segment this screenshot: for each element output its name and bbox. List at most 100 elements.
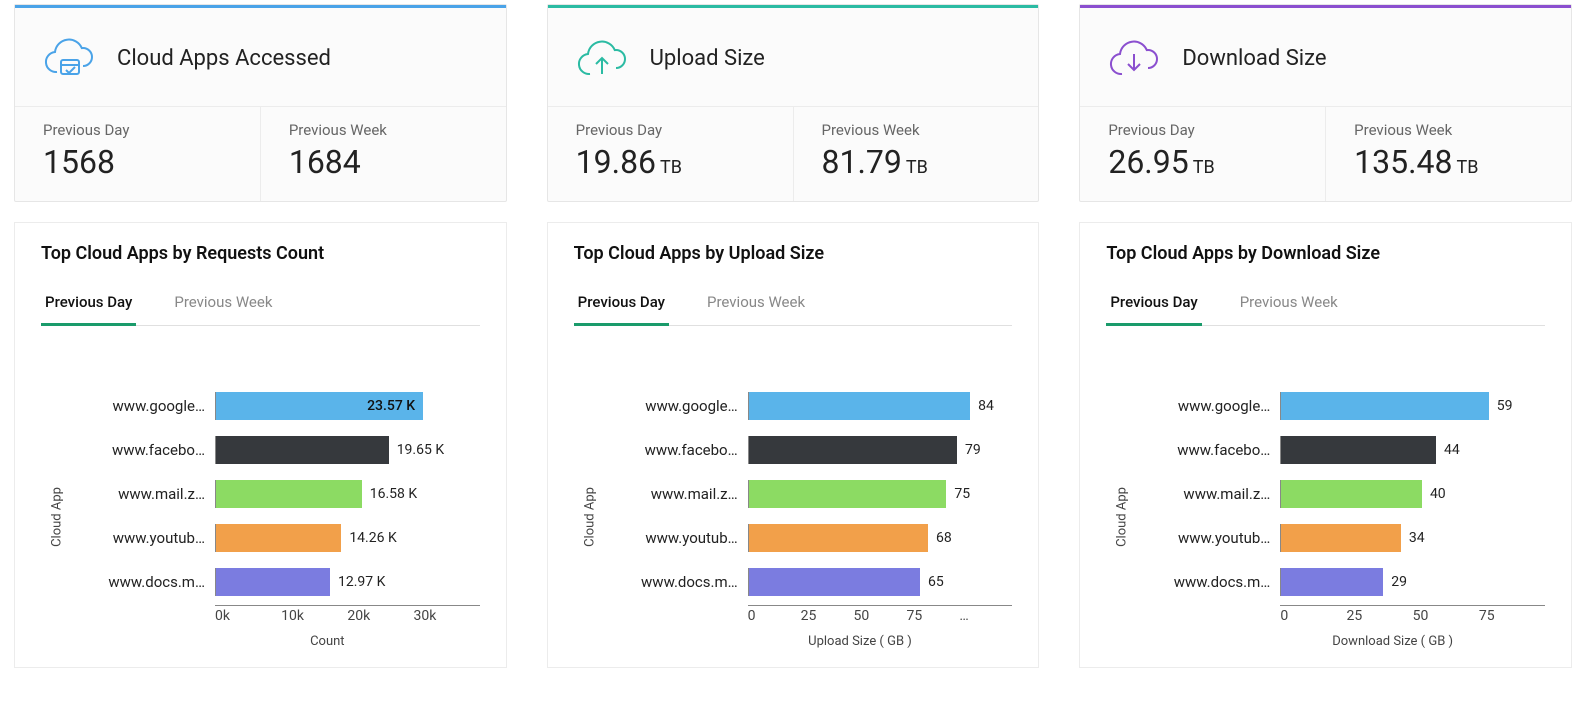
x-axis-ticks: 0k10k20k30k <box>85 608 480 624</box>
bar[interactable] <box>1281 392 1488 420</box>
bar-category-label: www.mail.z… <box>85 485 215 503</box>
bar-category-label: www.facebo… <box>618 441 748 459</box>
bar[interactable] <box>216 524 341 552</box>
kpi-stats: Previous Day 1568 Previous Week 1684 <box>15 107 506 201</box>
bar[interactable] <box>216 480 362 508</box>
x-axis-ticks: 0255075… <box>618 608 1013 624</box>
bar-category-label: www.mail.z… <box>618 485 748 503</box>
kpi-stat-value: 1568 <box>43 143 232 181</box>
tab-previous-week[interactable]: Previous Week <box>1236 285 1342 326</box>
bar-row: www.docs.m… 29 <box>1150 560 1545 604</box>
bar-value-label: 14.26 K <box>349 530 396 546</box>
bar-category-label: www.facebo… <box>1150 441 1280 459</box>
bar-row: www.docs.m… 12.97 K <box>85 560 480 604</box>
bar[interactable] <box>749 480 947 508</box>
bar-value-label: 79 <box>965 442 981 458</box>
bar-value-label: 12.97 K <box>338 574 385 590</box>
bar-category-label: www.docs.m… <box>85 573 215 591</box>
bar-category-label: www.docs.m… <box>618 573 748 591</box>
kpi-stat: Previous Week 1684 <box>261 107 506 201</box>
kpi-stat: Previous Day 1568 <box>15 107 261 201</box>
kpi-stat-label: Previous Week <box>822 121 1011 139</box>
bar-value-label: 16.58 K <box>370 486 417 502</box>
kpi-card: Upload Size Previous Day 19.86TB Previou… <box>547 4 1040 202</box>
kpi-stats: Previous Day 26.95TB Previous Week 135.4… <box>1080 107 1571 201</box>
tab-previous-day[interactable]: Previous Day <box>41 285 136 326</box>
upload-icon <box>576 36 628 80</box>
bar-value-label: 84 <box>978 398 994 414</box>
kpi-stat-label: Previous Week <box>1354 121 1543 139</box>
kpi-stat: Previous Week 81.79TB <box>794 107 1039 201</box>
kpi-stat-value: 1684 <box>289 143 478 181</box>
chart-card: Top Cloud Apps by Download Size Previous… <box>1079 222 1572 668</box>
x-tick: 75 <box>1479 608 1545 624</box>
bar[interactable] <box>1281 436 1436 464</box>
tab-previous-day[interactable]: Previous Day <box>574 285 669 326</box>
bar[interactable] <box>1281 524 1401 552</box>
download-icon <box>1108 36 1160 80</box>
kpi-stat-label: Previous Day <box>1108 121 1297 139</box>
x-tick: 10k <box>281 608 347 624</box>
bar-value-label: 29 <box>1391 574 1407 590</box>
bar-value-label: 75 <box>954 486 970 502</box>
bar-row: www.docs.m… 65 <box>618 560 1013 604</box>
x-axis-label: Upload Size ( GB ) <box>618 634 1013 649</box>
chart-tabs: Previous Day Previous Week <box>1106 284 1545 326</box>
bar[interactable] <box>749 568 920 596</box>
bar-chart: Cloud App www.google… 84 www.facebo… 79 <box>574 384 1013 649</box>
bar[interactable] <box>1281 568 1383 596</box>
bar-category-label: www.youtub… <box>618 529 748 547</box>
chart-title: Top Cloud Apps by Requests Count <box>41 243 480 264</box>
bar-category-label: www.facebo… <box>85 441 215 459</box>
bar-row: www.facebo… 19.65 K <box>85 428 480 472</box>
bar[interactable] <box>749 392 970 420</box>
x-tick: 0 <box>748 608 801 624</box>
bar[interactable] <box>1281 480 1422 508</box>
chart-tabs: Previous Day Previous Week <box>574 284 1013 326</box>
tab-previous-week[interactable]: Previous Week <box>170 285 276 326</box>
kpi-title: Cloud Apps Accessed <box>117 46 331 71</box>
kpi-stats: Previous Day 19.86TB Previous Week 81.79… <box>548 107 1039 201</box>
kpi-stat: Previous Day 26.95TB <box>1080 107 1326 201</box>
bar-category-label: www.docs.m… <box>1150 573 1280 591</box>
x-tick: 75 <box>906 608 959 624</box>
bar-value-label: 23.57 K <box>367 398 415 414</box>
x-tick: 30k <box>414 608 480 624</box>
kpi-title: Upload Size <box>650 46 765 71</box>
bar-row: www.facebo… 44 <box>1150 428 1545 472</box>
bar-row: www.youtub… 14.26 K <box>85 516 480 560</box>
bar[interactable] <box>216 568 330 596</box>
bar-row: www.google… 59 <box>1150 384 1545 428</box>
bar-chart: Cloud App www.google… 59 www.facebo… 44 <box>1106 384 1545 649</box>
bar[interactable] <box>749 524 928 552</box>
bar[interactable] <box>216 436 389 464</box>
x-axis-label: Count <box>85 634 480 649</box>
x-tick: 50 <box>854 608 907 624</box>
chart-card: Top Cloud Apps by Upload Size Previous D… <box>547 222 1040 668</box>
bar-category-label: www.youtub… <box>85 529 215 547</box>
kpi-stat-value: 19.86TB <box>576 143 765 181</box>
bar-row: www.google… 23.57 K <box>85 384 480 428</box>
x-tick: 25 <box>1347 608 1413 624</box>
bar[interactable] <box>749 436 957 464</box>
bar-chart: Cloud App www.google… 23.57 K www.facebo… <box>41 384 480 649</box>
chart-tabs: Previous Day Previous Week <box>41 284 480 326</box>
bar-row: www.google… 84 <box>618 384 1013 428</box>
tab-previous-day[interactable]: Previous Day <box>1106 285 1201 326</box>
x-axis-line <box>1280 605 1545 606</box>
y-axis-label: Cloud App <box>1115 487 1130 547</box>
bar-value-label: 40 <box>1430 486 1446 502</box>
kpi-stat-value: 135.48TB <box>1354 143 1543 181</box>
x-tick: 20k <box>347 608 413 624</box>
kpi-card: Cloud Apps Accessed Previous Day 1568 Pr… <box>14 4 507 202</box>
kpi-stat-value: 81.79TB <box>822 143 1011 181</box>
bar-row: www.mail.z… 16.58 K <box>85 472 480 516</box>
bar[interactable]: 23.57 K <box>216 392 423 420</box>
x-tick: 0k <box>215 608 281 624</box>
tab-previous-week[interactable]: Previous Week <box>703 285 809 326</box>
kpi-stat: Previous Day 19.86TB <box>548 107 794 201</box>
y-axis-label: Cloud App <box>582 487 597 547</box>
kpi-title: Download Size <box>1182 46 1326 71</box>
kpi-stat-label: Previous Day <box>43 121 232 139</box>
kpi-stat-label: Previous Week <box>289 121 478 139</box>
